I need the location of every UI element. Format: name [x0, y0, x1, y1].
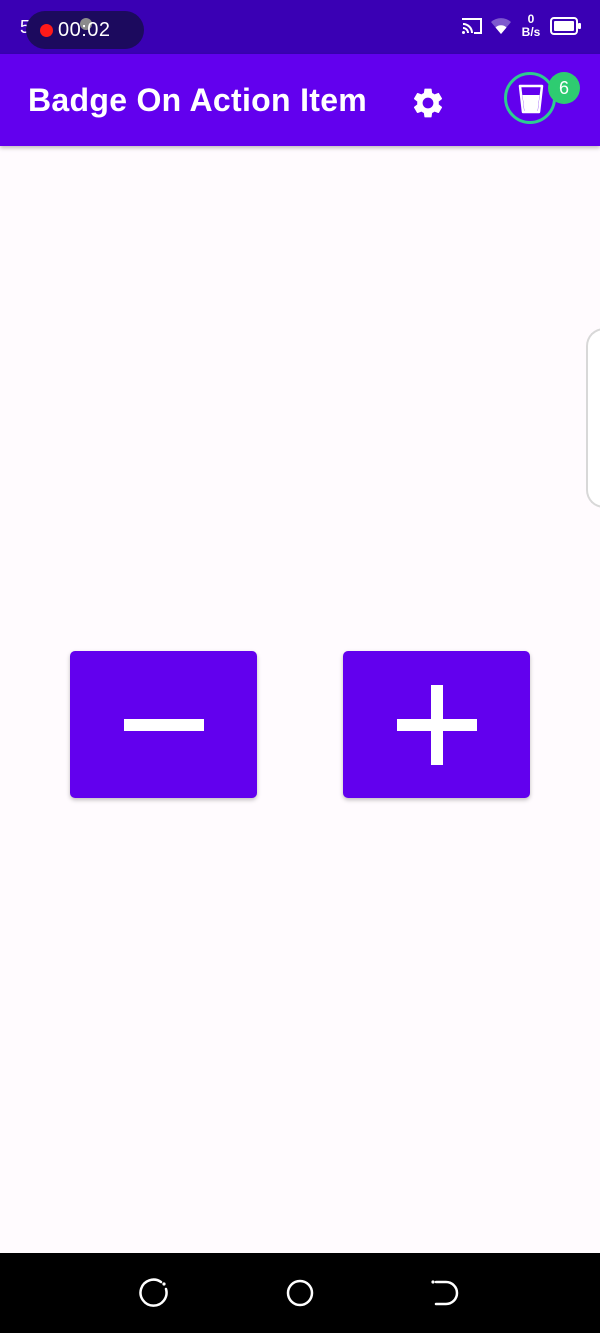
battery-icon: [550, 17, 581, 35]
network-speed-unit: B/s: [521, 25, 541, 39]
glass-icon: [518, 84, 544, 114]
app-bar: Badge On Action Item 6: [0, 54, 600, 146]
network-speed: 0 B/s: [519, 13, 543, 39]
plus-icon: [396, 684, 477, 765]
settings-button[interactable]: [405, 80, 451, 126]
back-icon[interactable]: [428, 1277, 460, 1309]
gear-icon: [413, 88, 443, 118]
minus-icon: [123, 718, 204, 731]
badge-action-item[interactable]: 6: [502, 70, 580, 132]
home-icon[interactable]: [284, 1277, 316, 1309]
decrement-button[interactable]: [70, 651, 257, 798]
recording-timer: 00:02: [58, 19, 111, 41]
cast-icon: [462, 18, 482, 34]
navigation-bar: [0, 1253, 600, 1333]
status-bar: 5:24 00:02 0 B/s: [0, 0, 600, 54]
recording-dot-icon: [40, 24, 53, 37]
increment-button[interactable]: [343, 651, 530, 798]
badge-count: 6: [548, 72, 580, 104]
wifi-icon: [491, 18, 511, 34]
edge-panel-handle[interactable]: [586, 328, 600, 508]
recents-icon[interactable]: [139, 1277, 171, 1309]
app-title: Badge On Action Item: [28, 82, 368, 118]
